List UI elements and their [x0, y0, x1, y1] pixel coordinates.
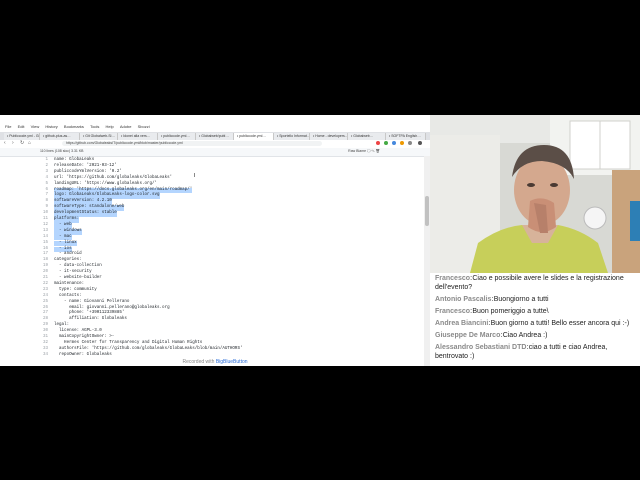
browser-tab[interactable]: • Globalweb/publ…	[196, 133, 234, 140]
chat-author: Giuseppe De Marco:	[435, 332, 503, 339]
chat-author: Francesco:	[435, 275, 473, 282]
recording-playback: File Edit View History Bookmarks Tools H…	[0, 115, 640, 366]
browser-tab[interactable]: • Home - developers…	[310, 133, 348, 140]
menu-view[interactable]: View	[31, 124, 40, 129]
screen-share: File Edit View History Bookmarks Tools H…	[0, 115, 430, 366]
extension-icon[interactable]	[384, 141, 388, 145]
extension-icon[interactable]	[408, 141, 412, 145]
browser-tab[interactable]: • SOFTPA English…	[386, 133, 426, 140]
line-number[interactable]: 34	[40, 353, 48, 359]
chat-message: Alessandro Sebastiani DTD:ciao a tutti e…	[435, 343, 639, 361]
menu-bookmarks[interactable]: Bookmarks	[64, 124, 84, 129]
menu-adobe[interactable]: Adobe	[120, 124, 132, 129]
code-text: repoOwner: Globaleaks	[54, 352, 112, 357]
code-view: 1 name: GlobaLeaks 2 releaseDate: '2021-03-…	[0, 156, 422, 366]
browser-tab[interactable]: • Git Globalweb-Si…	[80, 133, 118, 140]
chat-panel: Francesco:Ciao e possibile avere le slid…	[430, 273, 640, 366]
chat-author: Alessandro Sebastiani DTD:	[435, 344, 529, 351]
forward-icon[interactable]: ›	[12, 141, 17, 146]
menu-tools[interactable]: Tools	[90, 124, 99, 129]
recorded-with-footer: Recorded with BigBlueButton	[0, 359, 430, 365]
browser-tab-active[interactable]: • publiccode.yml…	[234, 133, 274, 140]
code-line: 34 repoOwner: Globaleaks	[0, 353, 422, 359]
chat-text: Buon pomeriggio a tutte\	[472, 308, 549, 315]
browser-tab[interactable]: • Sportello Informat…	[274, 133, 310, 140]
browser-tab[interactable]: • Idonei alla vers…	[118, 133, 158, 140]
browser-tab[interactable]: • Publiccode.yml - Gi…	[4, 133, 40, 140]
browser-tab[interactable]: • Globalweb…	[348, 133, 386, 140]
menu-sbozzi[interactable]: Sbozzi	[138, 124, 150, 129]
chat-message: Giuseppe De Marco:Ciao Andrea :)	[435, 331, 639, 340]
scrollbar-thumb[interactable]	[425, 196, 429, 226]
menu-edit[interactable]: Edit	[18, 124, 25, 129]
back-icon[interactable]: ‹	[4, 141, 9, 146]
chat-author: Andrea Biancini:	[435, 320, 491, 327]
recorded-label: Recorded with	[182, 359, 215, 365]
chat-message: Francesco:Ciao e possibile avere le slid…	[435, 274, 639, 292]
reload-icon[interactable]: ↻	[20, 141, 25, 146]
chat-text: Buon giorno a tutti! Bello esser ancora …	[490, 320, 630, 327]
menu-help[interactable]: Help	[106, 124, 114, 129]
menu-file[interactable]: File	[5, 124, 11, 129]
chat-author: Francesco:	[435, 308, 473, 315]
address-bar[interactable]: https://github.com/GlobaleaksIT/publicco…	[62, 141, 322, 146]
webcam-frame	[430, 115, 640, 273]
bigbluebutton-link[interactable]: BigBlueButton	[216, 359, 248, 365]
chat-message: Andrea Biancini:Buon giorno a tutti! Bel…	[435, 319, 639, 328]
mouse-cursor-icon: I	[194, 173, 196, 179]
extension-icon[interactable]	[376, 141, 380, 145]
browser-menubar: File Edit View History Bookmarks Tools H…	[0, 124, 430, 132]
extension-icon[interactable]	[392, 141, 396, 145]
file-info: 110 lines (108 sloc) 3.31 KB	[40, 149, 84, 153]
chat-author: Antonio Pascalis:	[435, 296, 494, 303]
file-actions[interactable]: Raw Blame 🖵 ✎ 🗑	[348, 149, 380, 153]
chat-message: Antonio Pascalis:Buongiorno a tutti	[435, 295, 639, 304]
chat-message: Francesco:Buon pomeriggio a tutte\	[435, 307, 639, 316]
browser-tab[interactable]: • github-plus-as…	[40, 133, 80, 140]
browser-tab[interactable]: • publiccode.yml…	[158, 133, 196, 140]
chat-text: Buongiorno a tutti	[493, 296, 549, 303]
extension-icon[interactable]	[400, 141, 404, 145]
browser-menu-icon[interactable]	[418, 141, 422, 145]
chat-text: Ciao Andrea :)	[502, 332, 548, 339]
webcam-video	[430, 115, 640, 273]
home-icon[interactable]: ⌂	[28, 141, 33, 146]
menu-history[interactable]: History	[45, 124, 57, 129]
browser-tabbar: • Publiccode.yml - Gi… • github-plus-as……	[0, 132, 430, 140]
